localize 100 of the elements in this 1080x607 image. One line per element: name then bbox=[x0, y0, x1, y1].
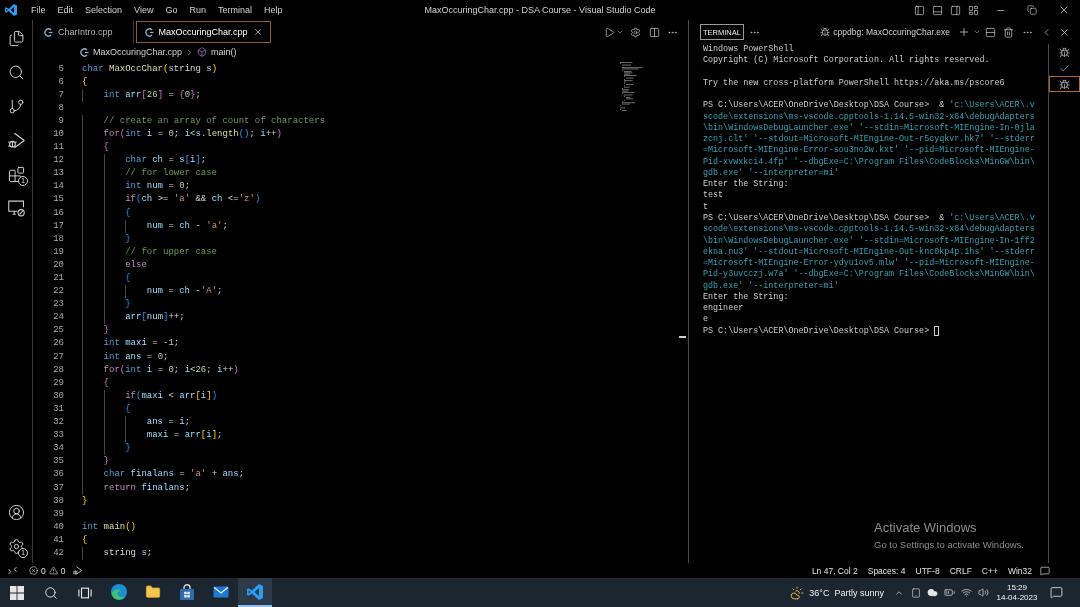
terminal-line: ekna.nu3' '--stdout=Microsoft-MIEngine-Out-knc0kp4p.1hs' '--stderr bbox=[703, 246, 1035, 258]
menu-item[interactable]: View bbox=[128, 0, 160, 20]
line-number: 38 bbox=[52, 494, 64, 508]
line-number: 34 bbox=[52, 442, 64, 456]
extensions-icon[interactable] bbox=[7, 165, 25, 183]
chevron-down-icon[interactable] bbox=[972, 28, 981, 36]
terminal-line: engineer bbox=[703, 303, 744, 315]
status-item[interactable]: UTF-8 bbox=[910, 563, 945, 578]
window-title: MaxOccuringChar.cpp - DSA Course - Visual Studio Code bbox=[424, 5, 656, 15]
line-number: 28 bbox=[52, 363, 64, 377]
activation-message: Go to Settings to activate Windows. bbox=[874, 538, 1024, 551]
settings-icon[interactable] bbox=[7, 537, 25, 555]
play-icon[interactable] bbox=[603, 26, 615, 38]
monitor-icon[interactable] bbox=[7, 199, 25, 217]
panel-left-icon[interactable] bbox=[913, 4, 925, 16]
line-number: 25 bbox=[52, 324, 64, 338]
terminal-line: t bbox=[703, 201, 709, 213]
editor-tab[interactable]: MaxOccuringChar.cpp bbox=[135, 21, 271, 43]
start-icon[interactable] bbox=[10, 585, 24, 600]
breadcrumb-file[interactable]: MaxOccuringChar.cpp bbox=[80, 47, 183, 57]
sun-cloud-icon bbox=[790, 585, 805, 600]
menu-item[interactable]: Go bbox=[159, 0, 184, 20]
terminal-line: PS C:\Users\ACER\OneDrive\Desktop\DSA Course> bbox=[703, 325, 930, 337]
line-number: 29 bbox=[52, 376, 64, 390]
search-icon[interactable] bbox=[44, 585, 58, 600]
terminal-line: Enter the String: bbox=[703, 291, 789, 303]
terminal-line: =Microsoft-MIEngine-Error-ydyu1ov5.mlw' '--pid=Microsoft-MIEngine- bbox=[703, 258, 1035, 269]
split-editor-icon[interactable] bbox=[648, 26, 660, 38]
line-number: 10 bbox=[52, 127, 64, 141]
taskbar-app[interactable] bbox=[238, 578, 272, 607]
line-number: 11 bbox=[52, 141, 64, 155]
terminal-line: test bbox=[703, 190, 724, 202]
chevron-down-icon[interactable] bbox=[616, 28, 624, 36]
clock[interactable]: 15:29 14-04-2023 bbox=[995, 578, 1039, 607]
split-terminal-icon[interactable] bbox=[984, 26, 996, 38]
terminal-session[interactable] bbox=[1049, 76, 1080, 92]
menu-item[interactable]: Edit bbox=[51, 0, 80, 20]
close-icon[interactable] bbox=[1058, 4, 1070, 16]
terminal-line: e bbox=[703, 314, 709, 326]
line-number: 15 bbox=[52, 193, 64, 207]
terminal-line: gdb.exe' '--interpreter=mi' bbox=[703, 167, 839, 179]
line-number: 14 bbox=[52, 180, 64, 194]
menu-item[interactable]: Terminal bbox=[211, 0, 258, 20]
line-number: 24 bbox=[52, 311, 64, 325]
line-number: 31 bbox=[52, 402, 64, 416]
activation-title: Activate Windows bbox=[874, 520, 978, 536]
bug-icon bbox=[820, 27, 831, 37]
terminal-line: scode\extensions\ms-vscode.cpptools-1.14.5-win32-x64\debugAdapters bbox=[703, 111, 1035, 123]
close-icon[interactable] bbox=[252, 27, 263, 37]
debug-icon[interactable] bbox=[72, 566, 82, 575]
line-number: 16 bbox=[52, 206, 64, 220]
line-number: 12 bbox=[52, 154, 64, 168]
status-item[interactable]: Ln 47, Col 2 bbox=[806, 563, 863, 578]
app-logo-icon bbox=[5, 4, 17, 16]
play-bug-icon[interactable] bbox=[7, 131, 25, 149]
cloud-icon[interactable] bbox=[927, 587, 938, 598]
terminal-title[interactable]: cppdbg: MaxOccuringChar.exe bbox=[833, 27, 950, 37]
menu-item[interactable]: Run bbox=[183, 0, 212, 20]
terminal-line: Enter the String: bbox=[703, 179, 789, 191]
terminal-line: Pid-y3uvcczj.w7a' '--dbgExe=C:\Program Files\CodeBlocks\MinGW\bin\ bbox=[703, 269, 1035, 281]
restore-icon[interactable] bbox=[1027, 5, 1037, 15]
battery-icon[interactable] bbox=[944, 587, 955, 598]
terminal-line: Windows PowerShell bbox=[703, 44, 794, 55]
file-type-icon bbox=[144, 27, 154, 37]
search-icon[interactable] bbox=[7, 63, 25, 81]
line-number: 22 bbox=[52, 285, 64, 299]
trash-icon[interactable] bbox=[1003, 26, 1014, 38]
notification-icon[interactable] bbox=[1049, 586, 1063, 599]
warning-icon bbox=[48, 566, 58, 575]
menu-item[interactable]: Selection bbox=[79, 0, 129, 20]
file-type-icon bbox=[80, 47, 89, 57]
status-item[interactable]: Spaces: 4 bbox=[862, 563, 911, 578]
menu-item[interactable]: Help bbox=[257, 0, 289, 20]
speech-bubble-icon[interactable] bbox=[1040, 565, 1050, 576]
status-item[interactable]: Win32 bbox=[1002, 563, 1037, 578]
panel-bottom-icon[interactable] bbox=[931, 4, 943, 16]
speaker-icon[interactable] bbox=[978, 587, 989, 598]
line-number: 37 bbox=[52, 481, 64, 495]
plus-icon[interactable] bbox=[958, 26, 970, 38]
menu-item[interactable]: File bbox=[25, 0, 52, 20]
bug-icon bbox=[1059, 78, 1070, 90]
task-view-icon[interactable] bbox=[78, 585, 92, 600]
scroll-position-marker bbox=[679, 336, 686, 338]
close-icon[interactable] bbox=[1058, 26, 1070, 38]
wifi-icon[interactable] bbox=[961, 587, 972, 598]
account-icon[interactable] bbox=[7, 503, 25, 521]
panel-right-icon[interactable] bbox=[949, 4, 961, 16]
status-item[interactable]: CRLF bbox=[944, 563, 977, 578]
files-icon[interactable] bbox=[7, 29, 25, 47]
status-item[interactable]: C++ bbox=[976, 563, 1003, 578]
weather-button[interactable]: 36°C Partly sunny bbox=[784, 578, 890, 607]
layout-icon[interactable] bbox=[967, 4, 979, 16]
line-number: 8 bbox=[57, 101, 64, 115]
tablet-icon[interactable] bbox=[910, 587, 921, 598]
remote-icon[interactable] bbox=[7, 566, 17, 575]
settings-icon[interactable] bbox=[629, 26, 641, 38]
problems-button[interactable]: 0 0 bbox=[24, 563, 71, 578]
git-branch-icon[interactable] bbox=[7, 97, 25, 115]
line-number: 40 bbox=[52, 520, 64, 534]
terminal-line: PS C:\Users\ACER\OneDrive\Desktop\DSA Course> & 'c:\Users\ACER\.v bbox=[703, 100, 1035, 112]
